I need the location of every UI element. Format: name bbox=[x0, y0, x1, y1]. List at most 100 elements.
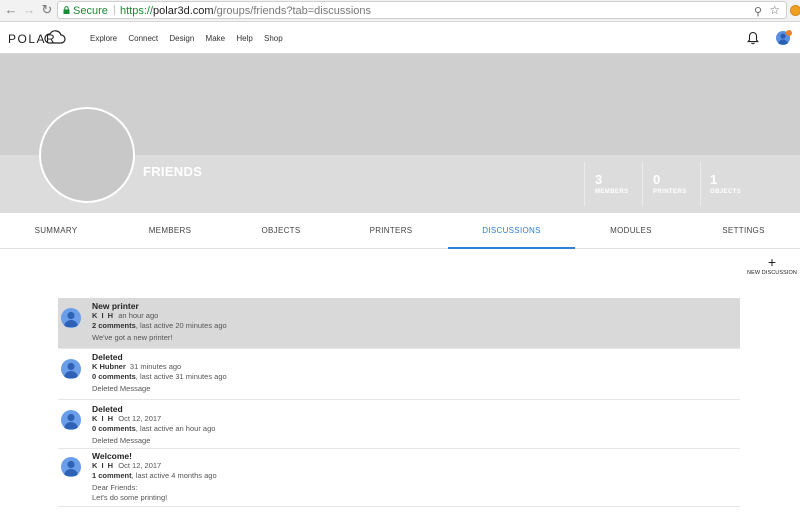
discussion-time: Oct 12, 2017 bbox=[118, 414, 162, 423]
discussion-meta: K I H an hour ago bbox=[92, 311, 227, 321]
stat-members-value: 3 bbox=[595, 172, 603, 187]
tab-members[interactable]: MEMBERS bbox=[112, 213, 228, 249]
menu-explore[interactable]: Explore bbox=[90, 34, 117, 43]
stat-divider bbox=[584, 162, 585, 206]
discussion-content: Welcome! K I H Oct 12, 2017 1 comment, l… bbox=[92, 451, 217, 503]
stat-objects-value: 1 bbox=[710, 172, 718, 187]
author-avatar[interactable] bbox=[61, 410, 81, 430]
discussion-body: We've got a new printer! bbox=[92, 333, 227, 343]
browser-toolbar: ← → ↻ Secure https://polar3d.com/groups/… bbox=[0, 0, 800, 22]
discussion-author[interactable]: K Hubner bbox=[92, 362, 126, 371]
stat-members-label: MEMBERS bbox=[595, 189, 629, 195]
secure-label: Secure bbox=[73, 5, 108, 17]
discussion-meta: K I H Oct 12, 2017 bbox=[92, 414, 215, 424]
discussion-author[interactable]: K I H bbox=[92, 311, 114, 320]
discussion-meta: K Hubner 31 minutes ago bbox=[92, 362, 227, 372]
discussion-author[interactable]: K I H bbox=[92, 414, 114, 423]
new-discussion-label: NEW DISCUSSION bbox=[747, 270, 797, 276]
bell-icon[interactable] bbox=[747, 31, 759, 45]
tab-discussions[interactable]: DISCUSSIONS bbox=[448, 213, 575, 249]
stat-printers-value: 0 bbox=[653, 172, 661, 187]
body-line: Dear Friends: bbox=[92, 483, 138, 492]
group-avatar bbox=[39, 107, 135, 203]
body-line: Deleted Message bbox=[92, 436, 151, 445]
body-line: We've got a new printer! bbox=[92, 333, 173, 342]
bookmark-star-icon[interactable]: ☆ bbox=[769, 2, 780, 18]
discussion-stats: 2 comments, last active 20 minutes ago bbox=[92, 321, 227, 331]
person-icon bbox=[64, 460, 78, 476]
discussion-title[interactable]: Deleted bbox=[92, 404, 215, 414]
discussion-title[interactable]: New printer bbox=[92, 301, 227, 311]
forward-icon[interactable]: → bbox=[22, 3, 36, 17]
discussion-item[interactable]: Deleted K Hubner 31 minutes ago 0 commen… bbox=[58, 349, 740, 400]
discussion-stats: 0 comments, last active an hour ago bbox=[92, 424, 215, 434]
address-bar[interactable]: Secure https://polar3d.com/groups/friend… bbox=[57, 1, 787, 19]
tab-objects[interactable]: OBJECTS bbox=[228, 213, 334, 249]
last-active: , last active 31 minutes ago bbox=[135, 372, 227, 381]
menu-connect[interactable]: Connect bbox=[128, 34, 158, 43]
app-header: POLAR Explore Connect Design Make Help S… bbox=[0, 23, 800, 54]
discussion-item[interactable]: Welcome! K I H Oct 12, 2017 1 comment, l… bbox=[58, 449, 740, 507]
discussion-time: 31 minutes ago bbox=[129, 362, 182, 371]
discussion-title[interactable]: Deleted bbox=[92, 352, 227, 362]
menu-help[interactable]: Help bbox=[236, 34, 252, 43]
discussion-body: Dear Friends: Let's do some printing! bbox=[92, 483, 217, 503]
tab-settings[interactable]: SETTINGS bbox=[687, 213, 800, 249]
author-avatar[interactable] bbox=[61, 457, 81, 477]
last-active: , last active an hour ago bbox=[135, 424, 216, 433]
url-text: https://polar3d.com/groups/friends?tab=d… bbox=[120, 3, 371, 19]
discussion-body: Deleted Message bbox=[92, 436, 215, 446]
active-tab-indicator bbox=[448, 247, 575, 249]
url-scheme: https:// bbox=[120, 5, 154, 17]
tab-summary[interactable]: SUMMARY bbox=[0, 213, 112, 249]
reload-icon[interactable]: ↻ bbox=[40, 3, 54, 17]
address-divider bbox=[114, 5, 115, 15]
notification-dot bbox=[786, 30, 792, 36]
discussion-title[interactable]: Welcome! bbox=[92, 451, 217, 461]
discussion-time: Oct 12, 2017 bbox=[118, 461, 162, 470]
body-line: Let's do some printing! bbox=[92, 493, 168, 502]
discussion-time: an hour ago bbox=[118, 311, 159, 320]
plus-icon: + bbox=[767, 254, 777, 270]
last-active: , last active 20 minutes ago bbox=[135, 321, 227, 330]
person-icon bbox=[64, 413, 78, 429]
comment-count: 0 comments bbox=[92, 424, 136, 433]
discussion-item[interactable]: New printer K I H an hour ago 2 comments… bbox=[58, 298, 740, 349]
author-avatar[interactable] bbox=[61, 359, 81, 379]
comment-count: 1 comment bbox=[92, 471, 132, 480]
discussion-author[interactable]: K I H bbox=[92, 461, 114, 470]
new-discussion-button[interactable]: + NEW DISCUSSION bbox=[744, 254, 800, 276]
tab-modules[interactable]: MODULES bbox=[575, 213, 687, 249]
stat-members: 3 MEMBERS bbox=[595, 172, 628, 195]
extension-icon[interactable] bbox=[790, 5, 800, 16]
main-menu: Explore Connect Design Make Help Shop bbox=[90, 34, 292, 43]
stat-printers: 0 PRINTERS bbox=[653, 172, 687, 195]
stat-divider bbox=[700, 162, 701, 206]
cloud-logo-icon[interactable] bbox=[44, 30, 66, 44]
url-path: /groups/friends?tab=discussions bbox=[213, 5, 372, 17]
menu-shop[interactable]: Shop bbox=[264, 34, 283, 43]
stat-objects: 1 OBJECTS bbox=[710, 172, 741, 195]
back-icon[interactable]: ← bbox=[4, 3, 18, 17]
discussion-body: Deleted Message bbox=[92, 384, 227, 394]
menu-make[interactable]: Make bbox=[206, 34, 226, 43]
discussion-list: New printer K I H an hour ago 2 comments… bbox=[58, 298, 740, 507]
discussion-item[interactable]: Deleted K I H Oct 12, 2017 0 comments, l… bbox=[58, 400, 740, 449]
person-icon bbox=[64, 362, 78, 378]
comment-count: 0 comments bbox=[92, 372, 136, 381]
discussion-content: New printer K I H an hour ago 2 comments… bbox=[92, 301, 227, 343]
discussion-stats: 1 comment, last active 4 months ago bbox=[92, 471, 217, 481]
group-name: FRIENDS bbox=[143, 164, 203, 179]
person-icon bbox=[64, 311, 78, 327]
body-line: Deleted Message bbox=[92, 384, 151, 393]
tab-printers[interactable]: PRINTERS bbox=[334, 213, 448, 249]
zoom-icon[interactable]: ⚲ bbox=[754, 4, 762, 20]
group-tabs: SUMMARY MEMBERS OBJECTS PRINTERS DISCUSS… bbox=[0, 213, 800, 249]
comment-count: 2 comments bbox=[92, 321, 136, 330]
discussion-meta: K I H Oct 12, 2017 bbox=[92, 461, 217, 471]
discussion-stats: 0 comments, last active 31 minutes ago bbox=[92, 372, 227, 382]
author-avatar[interactable] bbox=[61, 308, 81, 328]
menu-design[interactable]: Design bbox=[169, 34, 194, 43]
stat-objects-label: OBJECTS bbox=[710, 189, 742, 195]
last-active: , last active 4 months ago bbox=[131, 471, 217, 480]
